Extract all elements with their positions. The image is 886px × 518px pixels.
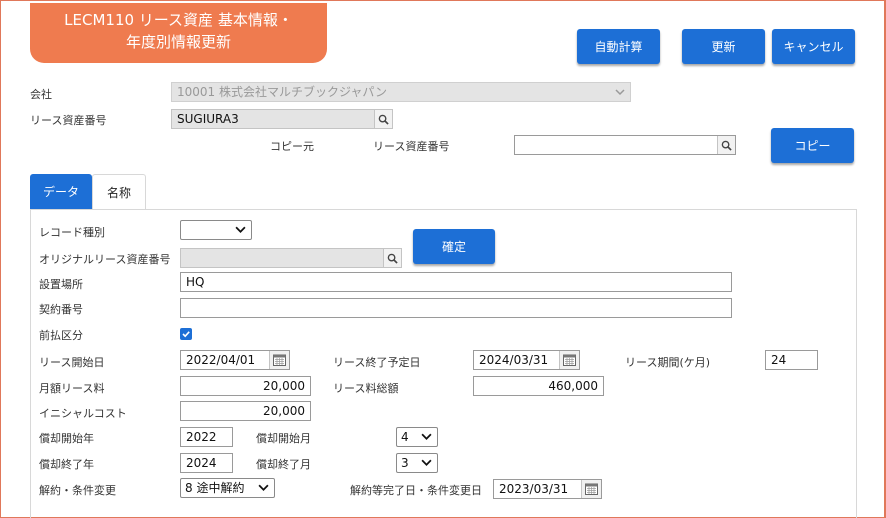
chevron-down-icon xyxy=(258,484,269,491)
copy-asset-no-label: リース資産番号 xyxy=(373,140,450,153)
dep-start-month-select[interactable]: 4 xyxy=(396,427,438,447)
copy-source-label: コピー元 xyxy=(270,140,314,153)
calendar-icon[interactable] xyxy=(269,351,289,369)
cancel-date-field[interactable]: 2023/03/31 xyxy=(493,479,602,499)
chevron-down-icon xyxy=(615,89,625,96)
cancel-date-value: 2023/03/31 xyxy=(499,482,569,496)
lease-asset-no-field[interactable]: SUGIURA3 xyxy=(171,109,393,129)
checkmark-icon xyxy=(182,331,190,338)
record-type-label: レコード種別 xyxy=(39,226,105,239)
monthly-fee-label: 月額リース料 xyxy=(39,382,105,395)
company-value: 10001 株式会社マルチブックジャパン xyxy=(177,85,387,99)
search-icon[interactable] xyxy=(374,110,392,128)
cancel-change-label: 解約・条件変更 xyxy=(39,484,116,497)
search-icon[interactable] xyxy=(717,136,735,154)
cancel-change-select[interactable]: 8 途中解約 xyxy=(180,478,275,498)
location-label: 設置場所 xyxy=(39,278,83,291)
cancel-date-label: 解約等完了日・条件変更日 xyxy=(350,484,482,497)
calendar-icon[interactable] xyxy=(559,351,579,369)
lease-end-label: リース終了予定日 xyxy=(333,356,421,369)
lease-start-value: 2022/04/01 xyxy=(186,353,256,367)
confirm-button[interactable]: 確定 xyxy=(413,229,495,264)
chevron-down-icon xyxy=(421,433,432,440)
search-icon[interactable] xyxy=(383,249,401,267)
initial-cost-field[interactable]: 20,000 xyxy=(180,401,311,421)
monthly-fee-field[interactable]: 20,000 xyxy=(180,376,311,396)
lease-period-label: リース期間(ケ月) xyxy=(625,356,711,369)
chevron-down-icon xyxy=(421,459,432,466)
dep-start-year-label: 償却開始年 xyxy=(39,432,94,445)
tab-name[interactable]: 名称 xyxy=(92,174,146,209)
dep-end-year-field[interactable]: 2024 xyxy=(180,453,233,473)
copy-asset-no-field[interactable] xyxy=(514,135,736,155)
total-fee-label: リース料総額 xyxy=(333,382,399,395)
auto-calc-button[interactable]: 自動計算 xyxy=(577,29,660,64)
dep-start-month-value: 4 xyxy=(401,430,409,444)
lease-end-field[interactable]: 2024/03/31 xyxy=(473,350,580,370)
cancel-button[interactable]: キャンセル xyxy=(772,29,855,64)
total-fee-field[interactable]: 460,000 xyxy=(473,376,604,396)
page-title: LECM110 リース資産 基本情報・ 年度別情報更新 xyxy=(30,3,327,63)
lease-asset-no-label: リース資産番号 xyxy=(30,114,107,127)
dep-end-year-label: 償却終了年 xyxy=(39,458,94,471)
prepaid-checkbox[interactable] xyxy=(180,328,192,340)
original-asset-no-label: オリジナルリース資産番号 xyxy=(39,253,171,266)
initial-cost-label: イニシャルコスト xyxy=(39,407,127,420)
dep-start-month-label: 償却開始月 xyxy=(256,432,311,445)
page-title-line2: 年度別情報更新 xyxy=(125,33,231,51)
contract-no-field[interactable] xyxy=(180,298,732,318)
dep-end-month-value: 3 xyxy=(401,456,409,470)
lease-start-field[interactable]: 2022/04/01 xyxy=(180,350,290,370)
chevron-down-icon xyxy=(235,226,246,233)
lease-asset-no-value: SUGIURA3 xyxy=(177,112,239,126)
lease-period-field[interactable]: 24 xyxy=(765,350,818,370)
page-title-line1: LECM110 リース資産 基本情報・ xyxy=(64,11,293,29)
calendar-icon[interactable] xyxy=(581,480,601,498)
tab-data[interactable]: データ xyxy=(30,174,92,209)
lease-end-value: 2024/03/31 xyxy=(479,353,549,367)
record-type-select[interactable] xyxy=(180,220,252,240)
dep-start-year-field[interactable]: 2022 xyxy=(180,427,233,447)
copy-button[interactable]: コピー xyxy=(771,128,854,163)
cancel-change-value: 8 途中解約 xyxy=(185,481,245,495)
update-button[interactable]: 更新 xyxy=(682,29,765,64)
prepaid-label: 前払区分 xyxy=(39,329,83,342)
original-asset-no-field[interactable] xyxy=(180,248,402,268)
lease-start-label: リース開始日 xyxy=(39,356,105,369)
dep-end-month-select[interactable]: 3 xyxy=(396,453,438,473)
company-select[interactable]: 10001 株式会社マルチブックジャパン xyxy=(171,82,631,102)
location-field[interactable]: HQ xyxy=(180,272,732,292)
dep-end-month-label: 償却終了月 xyxy=(256,458,311,471)
company-label: 会社 xyxy=(30,88,52,101)
contract-no-label: 契約番号 xyxy=(39,303,83,316)
